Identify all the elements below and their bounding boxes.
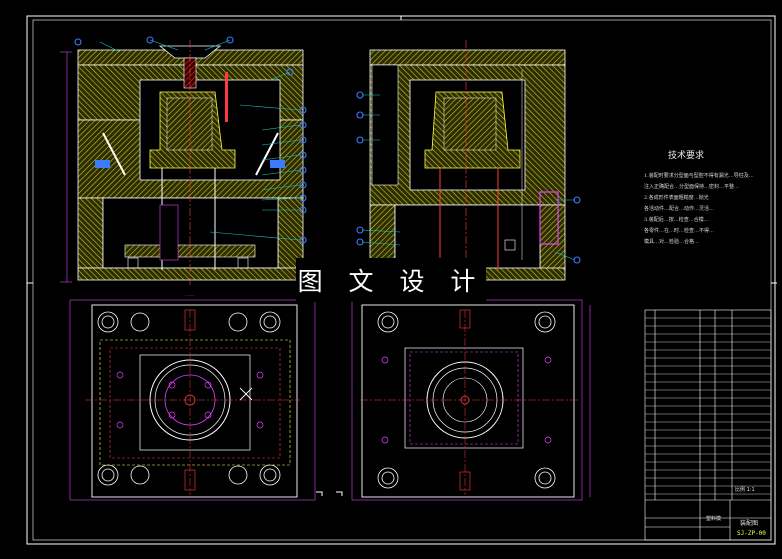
title-block-rows [645,317,771,495]
tech-req-line-5: 3.装配后…按…检查…合模… [644,217,709,223]
title-block-scale: 比例 1:1 [735,487,755,493]
tech-requirements-title: 技术要求 [668,151,705,161]
front-section-view [60,36,307,285]
watermark: 图 文 设 计 [296,258,486,302]
tech-req-line-1: 1.装配时要求分型面与型腔不得有漏光…导柱及… [644,173,754,179]
svg-text:____: ____ [185,291,195,296]
side-section-view [356,40,581,285]
cad-drawing-viewport[interactable]: { "watermark": "图 文 设 计", "tech_requirem… [0,0,782,559]
tech-req-line-2: 注入正确配合…分型面保持…密封…平整… [644,184,740,190]
title-block-drawing-code: SJ-ZP-00 [737,530,766,537]
fixed-half-top-view: ____ [69,291,316,501]
title-block-assembly-label: 塑料模 [706,516,722,522]
tech-req-line-4: 各活动件…配合…动作…灵活… [644,206,715,212]
tech-req-line-7: 模具…对…检验…合格… [644,239,700,245]
tech-req-line-6: 各零件…在…时…检查…不得… [644,228,715,234]
title-block [644,309,772,541]
tech-req-line-3: 2.各成形件表面粗糙度…抛光 [644,195,709,201]
title-block-drawing-name: 装配图 [740,520,759,527]
moving-half-top-view [351,299,591,501]
